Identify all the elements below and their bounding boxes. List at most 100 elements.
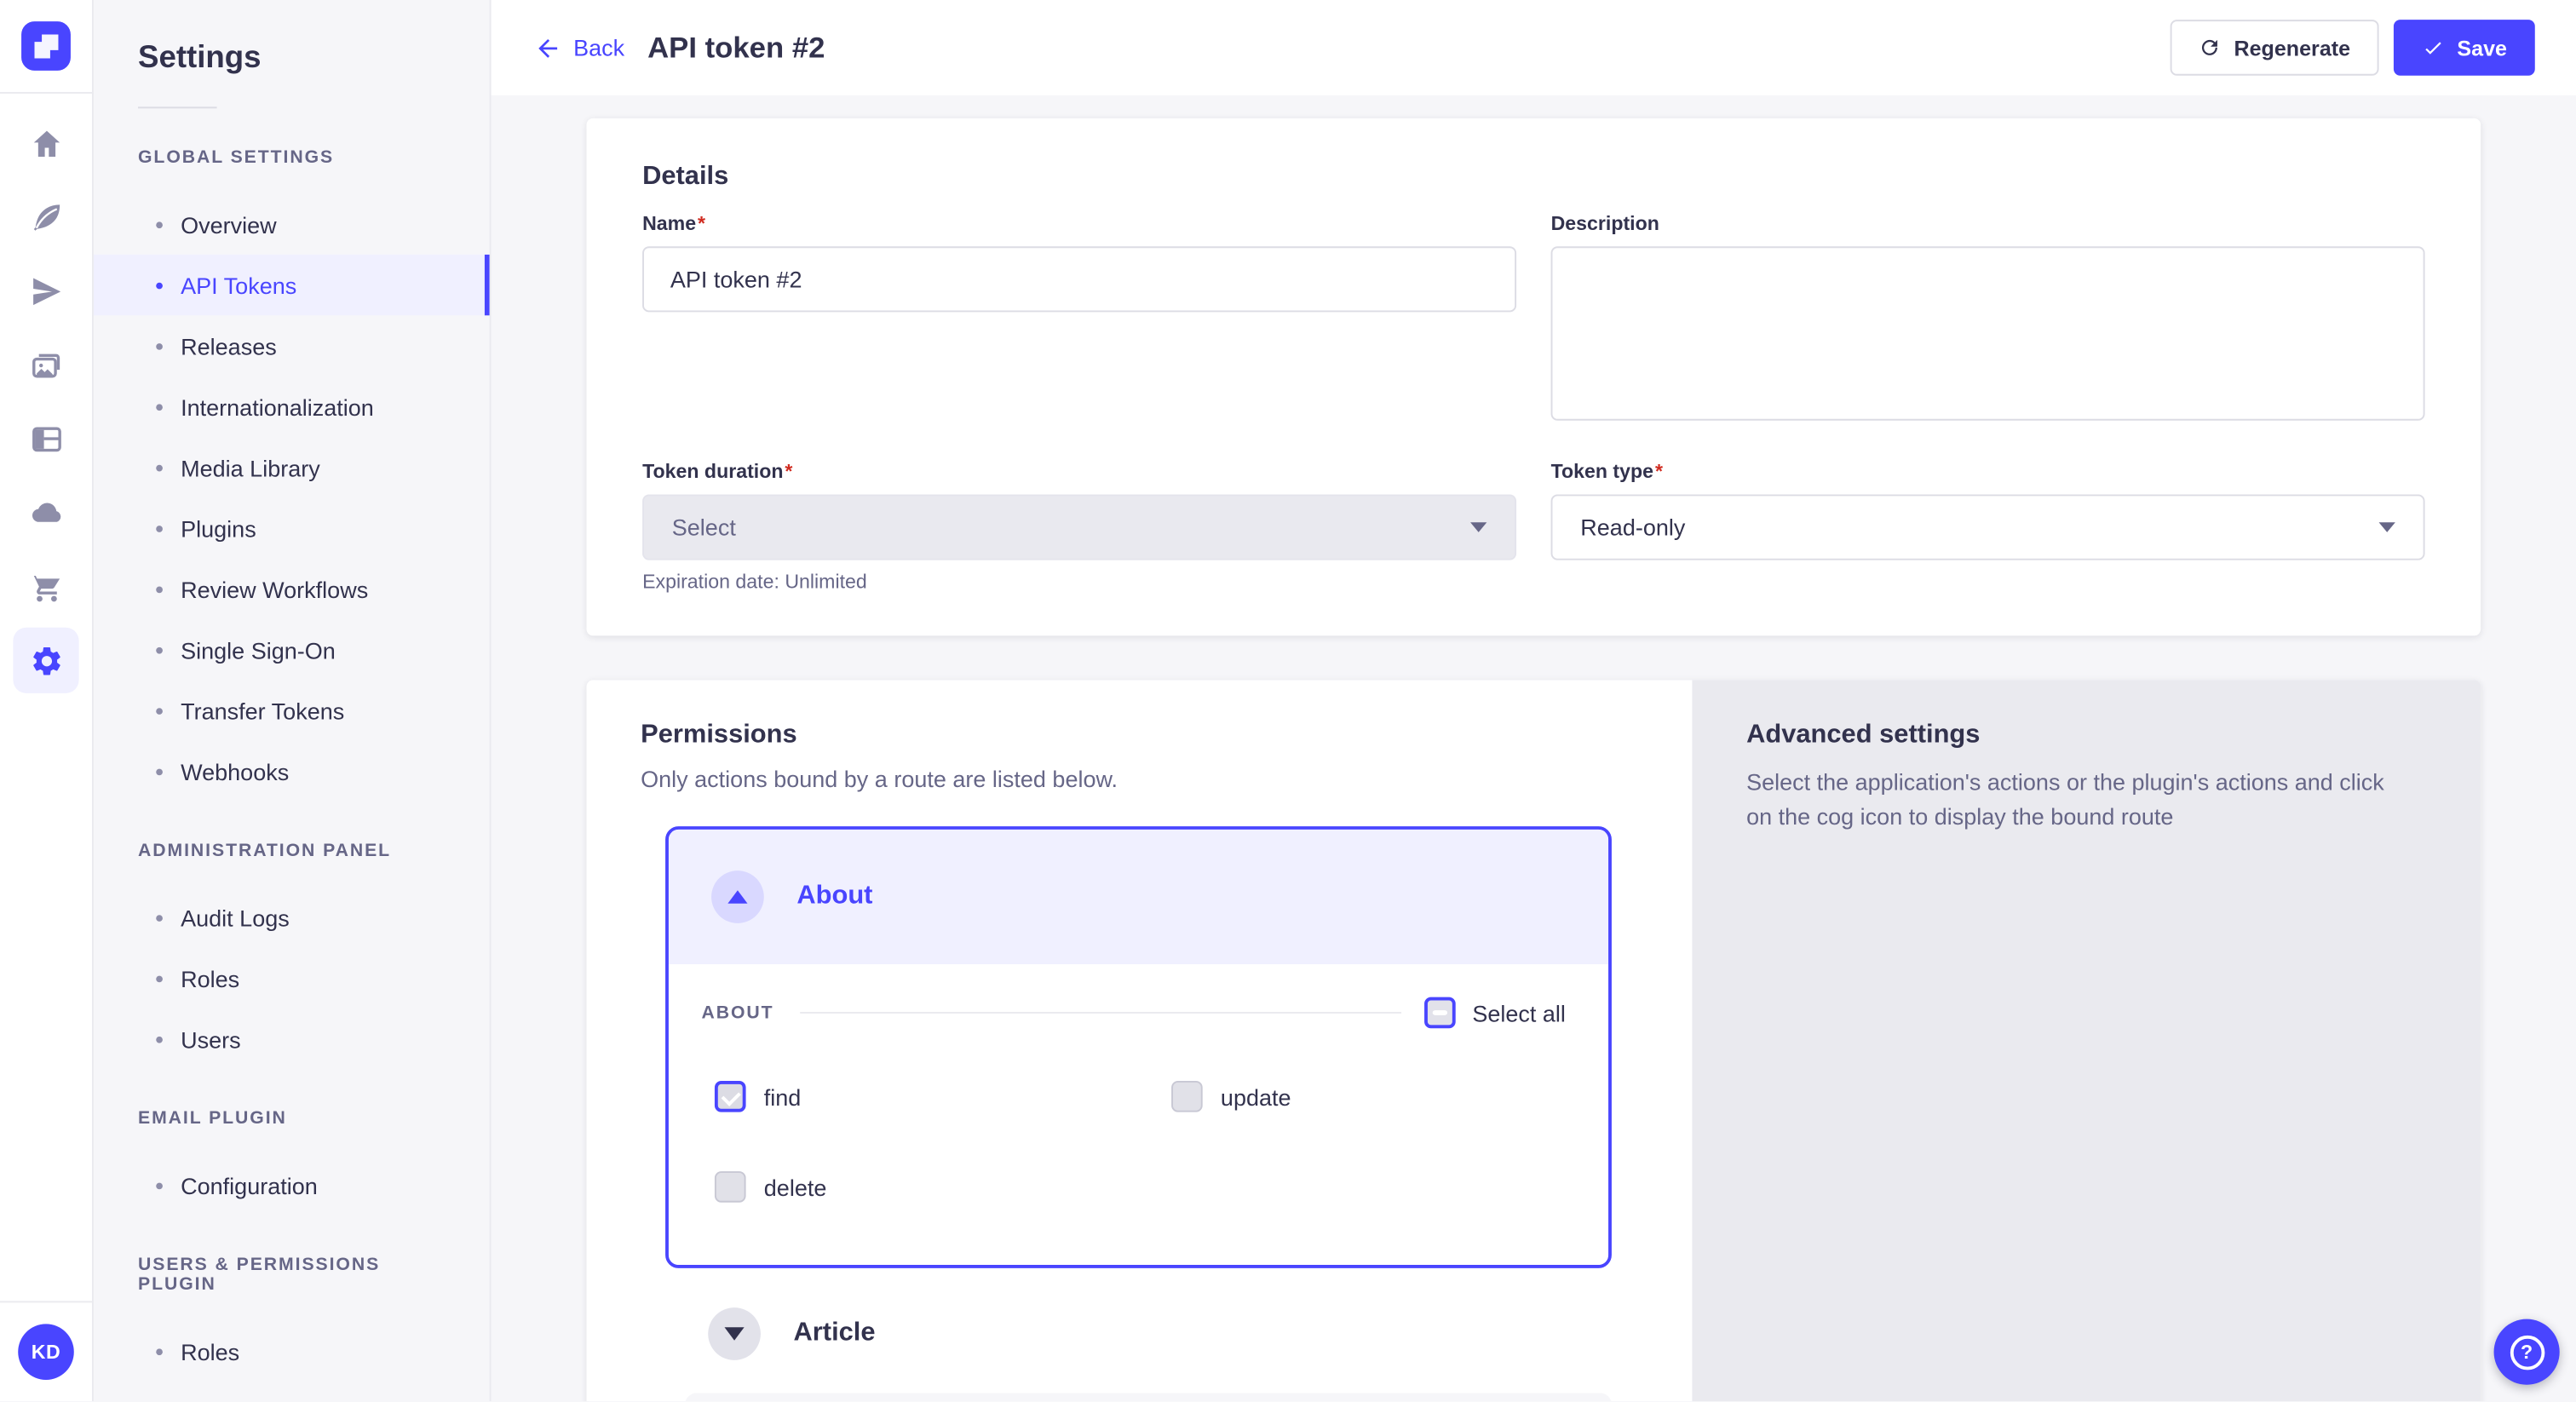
strapi-settings-app: KD Settings GLOBAL SETTINGS Overview API… bbox=[0, 0, 2576, 1401]
save-button[interactable]: Save bbox=[2393, 20, 2535, 76]
releases-paper-plane-icon[interactable] bbox=[13, 258, 78, 324]
sidebar-item-audit-logs[interactable]: Audit Logs bbox=[94, 887, 490, 947]
sidebar-item-review-workflows[interactable]: Review Workflows bbox=[94, 559, 490, 619]
action-update: update bbox=[1171, 1081, 1612, 1112]
action-delete: delete bbox=[715, 1171, 1171, 1203]
sidebar-item-email-configuration[interactable]: Configuration bbox=[94, 1155, 490, 1215]
help-button[interactable] bbox=[2494, 1319, 2560, 1385]
advanced-settings-heading: Advanced settings bbox=[1746, 721, 2399, 751]
sidebar-item-label: Configuration bbox=[181, 1172, 318, 1198]
sidebar-item-transfer-tokens[interactable]: Transfer Tokens bbox=[94, 680, 490, 740]
sidebar-item-internationalization[interactable]: Internationalization bbox=[94, 376, 490, 437]
permissions-panel: Permissions Only actions bound by a rout… bbox=[587, 680, 1693, 1401]
select-all-checkbox[interactable] bbox=[1424, 997, 1456, 1029]
sidebar-item-label: Internationalization bbox=[181, 394, 374, 420]
details-grid: Name* Description Token duration* Select bbox=[642, 212, 2425, 593]
strapi-logo[interactable] bbox=[21, 21, 71, 71]
sidebar-item-single-sign-on[interactable]: Single Sign-On bbox=[94, 619, 490, 680]
description-label: Description bbox=[1551, 212, 2425, 235]
permissions-card: Permissions Only actions bound by a rout… bbox=[587, 680, 2481, 1401]
main-area: Back API token #2 Regenerate Save Detail… bbox=[492, 0, 2576, 1401]
delete-label: delete bbox=[764, 1174, 827, 1200]
bullet-icon bbox=[156, 914, 163, 921]
chevron-up-icon bbox=[727, 890, 747, 903]
sidebar-item-releases[interactable]: Releases bbox=[94, 315, 490, 376]
bullet-icon bbox=[156, 586, 163, 593]
sidebar-item-media-library[interactable]: Media Library bbox=[94, 437, 490, 497]
token-type-value: Read-only bbox=[1580, 514, 1685, 541]
settings-gear-icon[interactable] bbox=[13, 628, 78, 693]
token-duration-value: Select bbox=[672, 514, 736, 541]
page-content: Details Name* Description Token duration… bbox=[492, 95, 2576, 1401]
sidebar-item-label: Audit Logs bbox=[181, 905, 290, 931]
details-card: Details Name* Description Token duration… bbox=[587, 118, 2481, 636]
sidebar-item-plugins[interactable]: Plugins bbox=[94, 497, 490, 558]
next-accordion-edge bbox=[685, 1393, 1612, 1401]
bullet-icon bbox=[156, 403, 163, 410]
bullet-icon bbox=[156, 707, 163, 714]
bullet-icon bbox=[156, 975, 163, 982]
bullet-icon bbox=[156, 221, 163, 227]
expiration-hint: Expiration date: Unlimited bbox=[642, 570, 1516, 593]
sidebar-title-divider bbox=[138, 106, 217, 108]
sidebar-item-overview[interactable]: Overview bbox=[94, 194, 490, 255]
cloud-icon[interactable] bbox=[13, 480, 78, 545]
name-label: Name* bbox=[642, 212, 1516, 235]
sidebar-item-api-tokens[interactable]: API Tokens bbox=[94, 255, 490, 315]
user-avatar[interactable]: KD bbox=[18, 1324, 74, 1380]
expand-toggle-button[interactable] bbox=[708, 1307, 761, 1360]
bullet-icon bbox=[156, 464, 163, 471]
sidebar-item-up-providers[interactable]: Providers bbox=[94, 1382, 490, 1401]
media-library-pictures-icon[interactable] bbox=[13, 332, 78, 398]
regenerate-button[interactable]: Regenerate bbox=[2170, 20, 2378, 76]
page-header: Back API token #2 Regenerate Save bbox=[492, 0, 2576, 95]
sidebar-item-admin-users[interactable]: Users bbox=[94, 1008, 490, 1069]
bullet-icon bbox=[156, 1182, 163, 1189]
sidebar-title: Settings bbox=[138, 39, 490, 77]
refresh-icon bbox=[2198, 36, 2221, 59]
permissions-accordion-group: About ABOUT Select all bbox=[665, 826, 1612, 1401]
accordion-article-header[interactable]: Article bbox=[665, 1281, 1612, 1386]
home-icon[interactable] bbox=[13, 110, 78, 175]
token-type-select[interactable]: Read-only bbox=[1551, 495, 2425, 560]
section-divider bbox=[800, 1012, 1401, 1014]
accordion-about: About ABOUT Select all bbox=[665, 826, 1612, 1268]
sidebar-item-label: Roles bbox=[181, 965, 239, 991]
sidebar-item-label: Single Sign-On bbox=[181, 636, 336, 663]
action-find: find bbox=[715, 1081, 1171, 1112]
sidebar-item-label: Users bbox=[181, 1026, 241, 1052]
delete-checkbox[interactable] bbox=[715, 1171, 746, 1203]
sidebar-item-label: Webhooks bbox=[181, 758, 289, 784]
rail-bottom: KD bbox=[0, 1301, 92, 1401]
about-section-row: ABOUT Select all bbox=[701, 997, 1565, 1029]
accordion-article: Article bbox=[665, 1281, 1612, 1386]
find-label: find bbox=[764, 1083, 802, 1110]
sidebar-item-label: Roles bbox=[181, 1338, 239, 1365]
collapse-toggle-button[interactable] bbox=[711, 871, 764, 923]
description-textarea[interactable] bbox=[1551, 246, 2425, 420]
permissions-subtitle: Only actions bound by a route are listed… bbox=[641, 766, 1692, 792]
advanced-settings-panel: Advanced settings Select the application… bbox=[1692, 680, 2481, 1401]
marketplace-cart-icon[interactable] bbox=[13, 554, 78, 619]
content-builder-feather-icon[interactable] bbox=[13, 184, 78, 250]
icon-rail: KD bbox=[0, 0, 94, 1401]
back-arrow-icon bbox=[534, 34, 562, 62]
sidebar-item-label: Releases bbox=[181, 333, 277, 359]
permissions-heading: Permissions bbox=[641, 721, 1692, 751]
bullet-icon bbox=[156, 282, 163, 289]
token-duration-select[interactable]: Select bbox=[642, 495, 1516, 560]
details-heading: Details bbox=[642, 163, 2425, 192]
find-checkbox[interactable] bbox=[715, 1081, 746, 1112]
advanced-settings-description: Select the application's actions or the … bbox=[1746, 766, 2399, 835]
sidebar-item-admin-roles[interactable]: Roles bbox=[94, 948, 490, 1008]
sidebar-item-label: Media Library bbox=[181, 454, 320, 480]
content-manager-layout-icon[interactable] bbox=[13, 405, 78, 471]
back-link[interactable]: Back bbox=[534, 34, 624, 62]
sidebar-item-up-roles[interactable]: Roles bbox=[94, 1321, 490, 1382]
accordion-about-header[interactable]: About bbox=[669, 830, 1608, 964]
sidebar-item-webhooks[interactable]: Webhooks bbox=[94, 741, 490, 802]
name-input[interactable] bbox=[642, 246, 1516, 312]
update-checkbox[interactable] bbox=[1171, 1081, 1203, 1112]
required-mark: * bbox=[785, 460, 792, 483]
check-icon bbox=[2421, 36, 2444, 59]
